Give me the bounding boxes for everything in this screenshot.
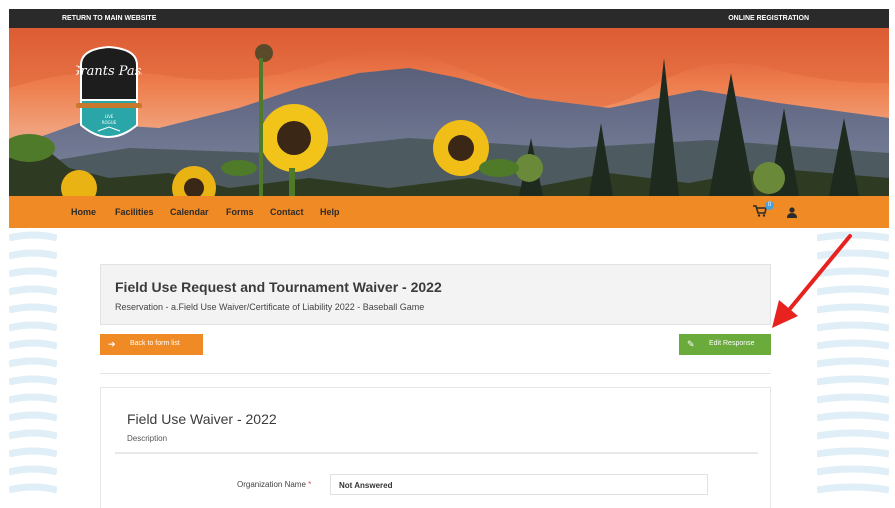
pencil-icon: ✎: [687, 339, 695, 349]
organization-name-label: Organization Name *: [237, 480, 311, 489]
logo-badge-icon: Grants Pass LIVE ROGUE: [70, 45, 148, 138]
edit-response-button[interactable]: ✎ Edit Response: [679, 334, 771, 355]
page-title: Field Use Request and Tournament Waiver …: [115, 279, 442, 295]
form-section-title: Field Use Waiver - 2022: [127, 411, 277, 427]
page-subtitle: Reservation - a.Field Use Waiver/Certifi…: [115, 302, 425, 312]
nav-contact[interactable]: Contact: [270, 207, 304, 217]
nav-calendar[interactable]: Calendar: [170, 207, 209, 217]
hero-banner: Grants Pass LIVE ROGUE: [9, 28, 889, 196]
logo-name-text: Grants Pass: [76, 64, 142, 79]
return-to-main-website-link[interactable]: RETURN TO MAIN WEBSITE: [62, 15, 156, 22]
cart-count-badge: 0: [765, 201, 774, 210]
grants-pass-logo[interactable]: Grants Pass LIVE ROGUE: [70, 45, 148, 156]
back-button-label: Back to form list: [130, 340, 180, 347]
red-annotation-arrow-icon: [772, 234, 852, 328]
divider: [100, 373, 771, 374]
logo-tagline-2: ROGUE: [102, 120, 117, 125]
required-marker: *: [308, 480, 312, 489]
organization-name-value: Not Answered: [330, 474, 708, 495]
back-to-form-list-button[interactable]: ➔ Back to form list: [100, 334, 203, 355]
nav-facilities[interactable]: Facilities: [115, 207, 154, 217]
online-registration-link[interactable]: ONLINE REGISTRATION: [728, 15, 809, 22]
left-decorative-stripes: [9, 228, 57, 508]
form-card: Field Use Waiver - 2022 Description Orga…: [100, 387, 771, 508]
edit-button-label: Edit Response: [709, 340, 755, 347]
main-nav: Home Facilities Calendar Forms Contact H…: [9, 196, 889, 228]
arrow-left-icon: ➔: [108, 339, 116, 349]
form-header-panel: Field Use Request and Tournament Waiver …: [100, 264, 771, 325]
nav-home[interactable]: Home: [71, 207, 96, 217]
logo-tagline-1: LIVE: [105, 114, 114, 119]
nav-forms[interactable]: Forms: [226, 207, 254, 217]
user-account-icon[interactable]: [787, 205, 797, 223]
form-description: Description: [127, 434, 168, 443]
top-bar: RETURN TO MAIN WEBSITE ONLINE REGISTRATI…: [9, 9, 889, 28]
page: RETURN TO MAIN WEBSITE ONLINE REGISTRATI…: [0, 0, 895, 508]
nav-help[interactable]: Help: [320, 207, 340, 217]
field-label-text: Organization Name: [237, 480, 306, 489]
form-title-rule: [115, 452, 758, 454]
